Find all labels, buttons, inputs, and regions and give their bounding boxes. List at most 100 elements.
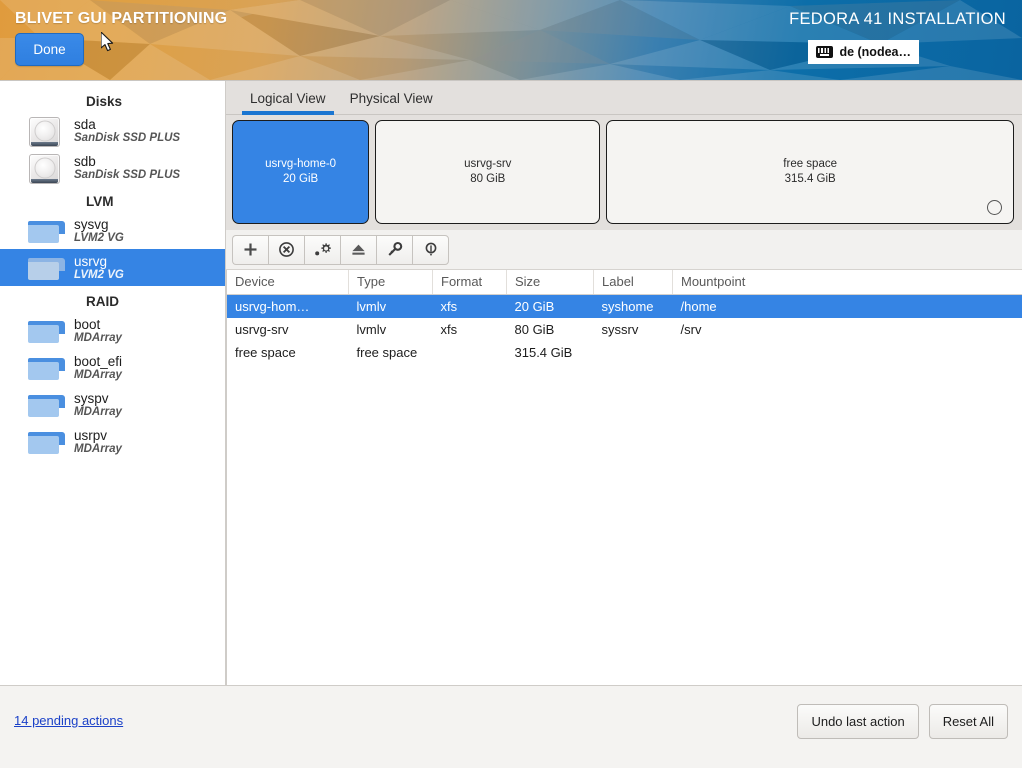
device-toolbar (226, 230, 1022, 270)
cell-size: 20 GiB (506, 294, 594, 318)
partition-diagram: usrvg-home-0 20 GiB usrvg-srv 80 GiB fre… (226, 115, 1022, 230)
folder-icon (24, 351, 65, 385)
sidebar-item-sda[interactable]: sda SanDisk SSD PLUS (0, 112, 225, 149)
partition-name: free space (783, 158, 837, 171)
sidebar-item-subtitle: LVM2 VG (74, 231, 124, 244)
sidebar-item-subtitle: MDArray (74, 331, 122, 344)
done-button[interactable]: Done (15, 33, 84, 66)
cell-format: xfs (440, 322, 458, 337)
app-header: BLIVET GUI PARTITIONING Done FEDORA 41 I… (0, 0, 1022, 80)
cell-label: syssrv (601, 322, 639, 337)
cell-device: usrvg-srv (235, 322, 289, 337)
sidebar-section-disks: Disks (86, 93, 123, 109)
keyboard-icon (816, 46, 834, 58)
edit-settings-button[interactable] (304, 234, 340, 265)
sidebar-item-label: boot (74, 316, 101, 332)
sidebar-item-subtitle: LVM2 VG (74, 268, 124, 281)
keyboard-layout-label: de (nodea… (839, 45, 911, 59)
blivet-gui-window: BLIVET GUI PARTITIONING Done FEDORA 41 I… (0, 0, 1022, 768)
sidebar-item-subtitle: MDArray (74, 368, 122, 381)
lightbulb-icon (425, 242, 436, 256)
column-header-format[interactable]: Format (432, 270, 507, 295)
tab-logical-view[interactable]: Logical View (238, 91, 338, 115)
sidebar-item-subtitle: SanDisk SSD PLUS (74, 131, 181, 144)
folder-icon (24, 214, 65, 248)
folder-icon (24, 251, 65, 285)
sidebar-item-label: sda (74, 116, 96, 132)
tab-physical-view[interactable]: Physical View (338, 91, 445, 114)
folder-icon (24, 425, 65, 459)
sidebar-item-label: sdb (74, 153, 96, 169)
info-button[interactable] (412, 234, 449, 265)
content-panel: Logical View Physical View usrvg-home-0 … (226, 81, 1022, 685)
eject-icon (352, 244, 365, 255)
encryption-button[interactable] (376, 234, 412, 265)
device-table: Device Type Format Size Label Mountpoint… (227, 270, 1022, 364)
sidebar-item-subtitle: SanDisk SSD PLUS (74, 168, 181, 181)
column-header-mountpoint[interactable]: Mountpoint (672, 270, 1022, 295)
device-table-container: Device Type Format Size Label Mountpoint… (226, 270, 1022, 685)
partition-box-free-space[interactable]: free space 315.4 GiB (606, 120, 1014, 224)
partition-name: usrvg-srv (464, 158, 512, 171)
sidebar-item-label: boot_efi (74, 353, 123, 369)
cell-format (433, 341, 507, 364)
cell-type: lvmlv (348, 294, 433, 318)
main-body: Disks sda SanDisk SSD PLUS sdb SanDisk S… (0, 80, 1022, 685)
cell-mountpoint: /home (672, 294, 1022, 318)
sidebar-item-syspv[interactable]: syspv MDArray (0, 386, 225, 423)
table-row[interactable]: usrvg-hom… lvmlv xfs 20 GiB syshome /hom… (227, 294, 1022, 318)
gear-icon (314, 243, 331, 256)
folder-icon (24, 314, 65, 348)
delete-button[interactable] (268, 234, 304, 265)
add-button[interactable] (232, 234, 268, 265)
sidebar-section-raid: RAID (86, 293, 119, 309)
cell-mountpoint: /srv (680, 322, 702, 337)
pending-actions-link[interactable]: 14 pending actions (14, 713, 123, 728)
sidebar-item-sysvg[interactable]: sysvg LVM2 VG (0, 212, 225, 249)
sidebar-item-usrvg[interactable]: usrvg LVM2 VG (0, 249, 225, 286)
sidebar-section-lvm: LVM (86, 193, 114, 209)
sidebar-item-boot[interactable]: boot MDArray (0, 312, 225, 349)
page-title: BLIVET GUI PARTITIONING (15, 10, 228, 27)
undo-last-action-button[interactable]: Undo last action (797, 704, 919, 739)
column-header-label[interactable]: Label (593, 270, 673, 295)
sidebar-item-label: sysvg (74, 216, 109, 232)
partition-box-usrvg-srv[interactable]: usrvg-srv 80 GiB (375, 120, 601, 224)
cell-size: 315.4 GiB (514, 345, 573, 360)
table-row[interactable]: usrvg-srv lvmlv xfs 80 GiB syssrv /srv (227, 318, 1022, 341)
table-row[interactable]: free space free space 315.4 GiB (227, 341, 1022, 364)
cell-size: 80 GiB (514, 322, 555, 337)
column-header-type[interactable]: Type (348, 270, 433, 295)
partition-name: usrvg-home-0 (265, 158, 337, 171)
partition-box-usrvg-home-0[interactable]: usrvg-home-0 20 GiB (232, 120, 370, 224)
footer-bar: 14 pending actions Undo last action Rese… (0, 685, 1022, 768)
sidebar-item-label: usrvg (74, 253, 108, 269)
cell-type: free space (356, 345, 418, 360)
sidebar-item-sdb[interactable]: sdb SanDisk SSD PLUS (0, 149, 225, 186)
partition-size: 80 GiB (470, 173, 506, 185)
footer-buttons: Undo last action Reset All (797, 704, 1008, 739)
key-icon (387, 241, 402, 256)
cell-device: free space (235, 345, 296, 360)
cell-label: syshome (593, 294, 673, 318)
sidebar-item-subtitle: MDArray (74, 442, 122, 455)
resize-handle[interactable] (986, 200, 1002, 215)
reset-all-button[interactable]: Reset All (928, 704, 1008, 739)
sidebar-item-label: usrpv (74, 427, 108, 443)
cell-mountpoint (673, 341, 1022, 364)
table-header-row: Device Type Format Size Label Mountpoint (227, 270, 1022, 295)
column-header-device[interactable]: Device (227, 270, 349, 295)
folder-icon (24, 388, 65, 422)
view-tabbar: Logical View Physical View (226, 81, 1022, 115)
unmount-button[interactable] (340, 234, 376, 265)
sidebar-item-usrpv[interactable]: usrpv MDArray (0, 423, 225, 460)
cell-format: xfs (432, 294, 507, 318)
keyboard-layout-indicator[interactable]: de (nodea… (808, 40, 919, 64)
cell-type: lvmlv (356, 322, 387, 337)
disk-icon (24, 114, 64, 148)
device-sidebar: Disks sda SanDisk SSD PLUS sdb SanDisk S… (0, 81, 226, 685)
sidebar-item-boot-efi[interactable]: boot_efi MDArray (0, 349, 225, 386)
column-header-size[interactable]: Size (506, 270, 594, 295)
sidebar-item-label: syspv (74, 390, 109, 406)
partition-size: 20 GiB (283, 173, 319, 185)
